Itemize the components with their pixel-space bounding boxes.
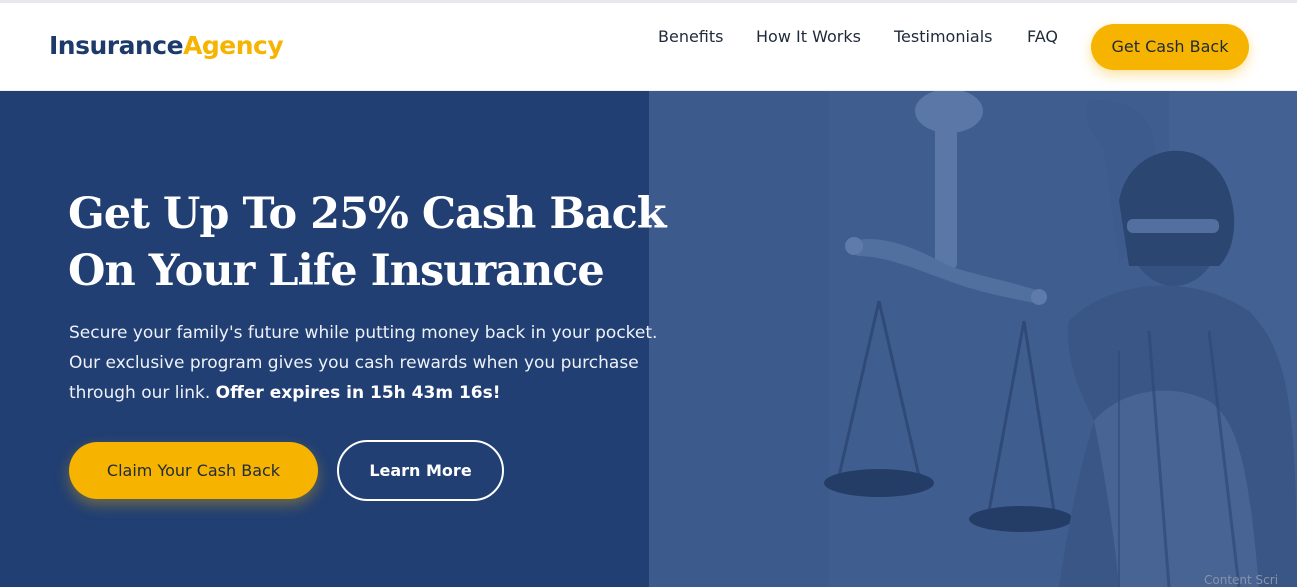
get-cash-back-button[interactable]: Get Cash Back <box>1091 24 1249 70</box>
site-logo[interactable]: InsuranceAgency <box>49 29 284 63</box>
logo-text-primary: Insurance <box>49 31 184 60</box>
hero-title-line-2: On Your Life Insurance <box>68 246 605 296</box>
lady-justice-statue-icon <box>649 91 1297 587</box>
hero-section: Get Up To 25% Cash Back On Your Life Ins… <box>0 91 1297 587</box>
nav-link-how-it-works[interactable]: How It Works <box>756 27 861 47</box>
offer-countdown: Offer expires in 15h 43m 16s! <box>215 383 501 403</box>
nav-link-faq[interactable]: FAQ <box>1027 27 1058 47</box>
learn-more-button[interactable]: Learn More <box>337 440 504 501</box>
hero-subtitle: Secure your family's future while puttin… <box>69 318 659 408</box>
nav-link-benefits[interactable]: Benefits <box>658 27 724 47</box>
logo-text-accent: Agency <box>183 31 284 60</box>
nav-link-testimonials[interactable]: Testimonials <box>894 27 993 47</box>
site-header: InsuranceAgency Benefits How It Works Te… <box>0 3 1297 91</box>
hero-title-line-1: Get Up To 25% Cash Back <box>68 189 667 239</box>
hero-title: Get Up To 25% Cash Back On Your Life Ins… <box>68 186 668 300</box>
hero-image <box>649 91 1297 587</box>
content-script-overlay: Content Scri <box>1204 573 1279 587</box>
claim-cash-back-button[interactable]: Claim Your Cash Back <box>69 442 318 499</box>
